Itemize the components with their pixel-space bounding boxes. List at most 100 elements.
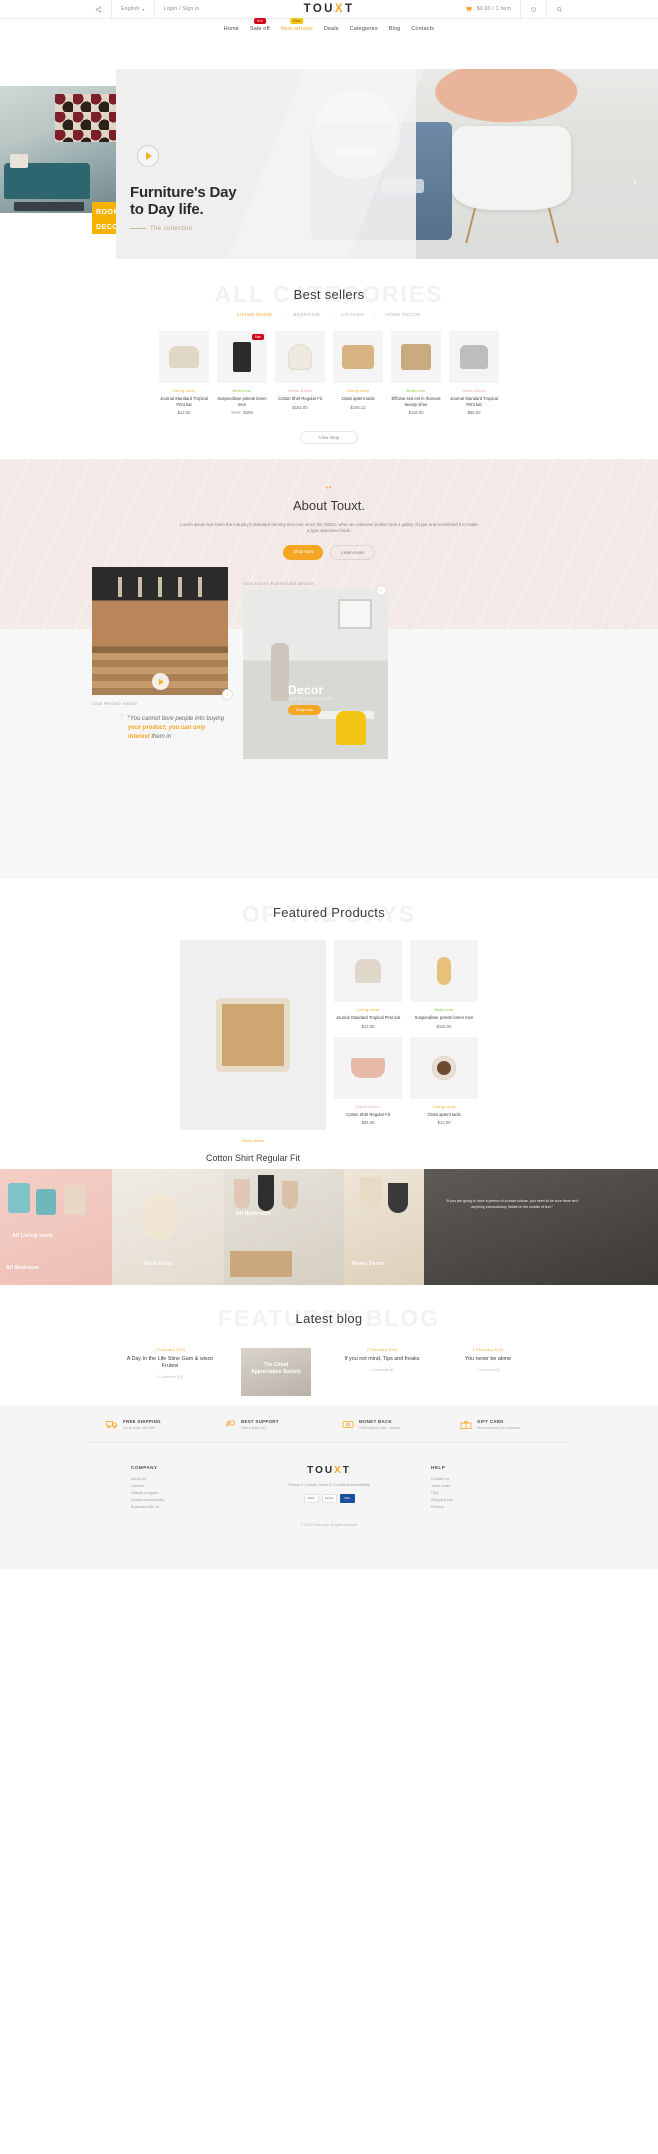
- blog-date: 2 February 2016: [472, 1348, 504, 1352]
- product-thumb: [333, 331, 383, 383]
- product-thumb: Sale: [217, 331, 267, 383]
- featured-card[interactable]: Living room Class aptent taciti $12.00: [410, 1036, 478, 1125]
- footer-link[interactable]: Careers: [131, 1483, 227, 1490]
- product-card[interactable]: Home Decor Journal Standard Tropical Pri…: [449, 331, 499, 415]
- decor-image[interactable]: [243, 589, 388, 759]
- shop-now-button[interactable]: Shop Now: [283, 544, 324, 560]
- play-icon: [158, 678, 164, 685]
- nav-item-contacts[interactable]: Contacts: [411, 26, 434, 32]
- search-icon: [557, 6, 563, 12]
- best-sellers-title: Best sellers: [293, 287, 365, 302]
- view-shop-button[interactable]: View shop: [300, 431, 358, 444]
- blog-title: Latest blog: [295, 1311, 363, 1326]
- nav-item-deals[interactable]: Deals: [324, 26, 339, 32]
- tile-home-decor[interactable]: Home Decor: [344, 1169, 424, 1285]
- footer-link[interactable]: Shipping info: [431, 1497, 527, 1504]
- tab-bedroom[interactable]: BEDROOM: [293, 312, 320, 317]
- featured-card[interactable]: Living room Journal Standard Tropical Pr…: [334, 940, 402, 1029]
- hero-title-line1: Furniture's Day: [130, 184, 237, 201]
- dash-decor: [130, 227, 146, 229]
- featured-card[interactable]: Home Decor Cotton Shirt Regular Fit $84.…: [334, 1036, 402, 1125]
- decor-shop-now-button[interactable]: Shop now: [288, 705, 321, 715]
- hero-next-arrow[interactable]: ›: [628, 176, 642, 190]
- play-icon: [146, 152, 152, 160]
- featured-price: $116.00: [436, 1023, 452, 1029]
- nav-label: Deals: [323, 26, 339, 32]
- featured-category: Living room: [356, 1007, 380, 1012]
- blog-meta: / Comments (10): [157, 1375, 183, 1379]
- featured-thumb: [334, 1036, 402, 1099]
- product-price: $116.00: [408, 410, 424, 415]
- language-selector[interactable]: English ▾: [111, 0, 154, 19]
- footer-link[interactable]: Returns: [431, 1504, 527, 1511]
- hero-play-button[interactable]: [137, 145, 159, 167]
- feature-money-back: MONEY BACK 100% Money back - Always: [342, 1419, 434, 1430]
- product-card[interactable]: Bathroom Efficitur sed est in rhoncus be…: [391, 331, 441, 415]
- footer-link[interactable]: FAQ: [431, 1490, 527, 1497]
- footer-legal-links[interactable]: Privacy & Cookies Terms & Conditions Acc…: [281, 1483, 377, 1487]
- product-price: $85.00: [467, 410, 481, 415]
- gift-icon: [460, 1420, 472, 1429]
- cart-button[interactable]: $0.00 / 1 item: [456, 0, 520, 19]
- tile-living-room[interactable]: All Living room All Bedroom: [0, 1169, 112, 1285]
- footer-link[interactable]: Affiliate program: [131, 1490, 227, 1497]
- product-category: Home Decor: [461, 388, 487, 393]
- product-name: Efficitur sed est in rhoncus beauty shoe: [391, 396, 441, 407]
- hero-prev-arrow[interactable]: ‹: [16, 146, 30, 160]
- amex-icon: AMEX: [303, 1494, 319, 1503]
- tab-home-decor[interactable]: HOME DECOR: [385, 312, 421, 317]
- share-icon[interactable]: [86, 0, 111, 19]
- footer-link[interactable]: Contact us: [431, 1476, 527, 1483]
- money-icon: [342, 1421, 354, 1428]
- best-sellers-grid: Living room Journal Standard Tropical Pr…: [0, 331, 658, 415]
- blog-image-title: The Cloud Appreciation Society: [251, 1362, 301, 1375]
- product-card[interactable]: Living room Journal Standard Tropical Pr…: [159, 331, 209, 415]
- footer-link[interactable]: Track order: [431, 1483, 527, 1490]
- tab-living-room[interactable]: LIVING ROOM: [237, 312, 272, 317]
- blog-post-featured[interactable]: The Cloud Appreciation Society: [228, 1348, 324, 1396]
- pull-quote: “You cannot bore people into buying your…: [128, 715, 228, 742]
- blog-post[interactable]: 2 February 2016 If you not mind, Tips an…: [334, 1348, 430, 1396]
- nav-item-new-arrivals[interactable]: New New arrivals: [281, 18, 313, 32]
- feature-title: MONEY BACK: [359, 1419, 392, 1424]
- blog-post[interactable]: 2 February 2016 A Day In the Life Stine …: [122, 1348, 218, 1396]
- decor-next-arrow[interactable]: ›: [376, 585, 387, 596]
- nav-item-blog[interactable]: Blog: [389, 26, 401, 32]
- cart-label: $0.00 / 1 item: [476, 6, 511, 12]
- search-button[interactable]: [546, 0, 572, 19]
- product-card[interactable]: Home Decor Cotton Shirt Regular Fit $162…: [275, 331, 325, 415]
- heart-icon: [531, 7, 536, 12]
- hero-collection-link[interactable]: The collection: [130, 226, 193, 232]
- feature-sub: 100% Money back - Always: [359, 1426, 401, 1430]
- footer-link[interactable]: Social responsibility: [131, 1497, 227, 1504]
- footer-link[interactable]: About us: [131, 1476, 227, 1483]
- nav-item-sale-off[interactable]: Hot Sale off: [250, 18, 270, 32]
- video-play-button[interactable]: [152, 673, 169, 690]
- blog-post[interactable]: 2 February 2016 You never be alone / Com…: [440, 1348, 536, 1396]
- learn-more-button[interactable]: Learn more: [330, 544, 375, 560]
- wishlist-button[interactable]: [520, 0, 546, 19]
- nav-item-categories[interactable]: Categories: [350, 26, 378, 32]
- truck-icon: [106, 1421, 118, 1429]
- media-section: 2016 PROMO VIDEO ” “You cannot bore peop…: [0, 567, 658, 879]
- account-links[interactable]: Login / Sign in: [153, 0, 209, 19]
- nav-label: Categories: [349, 26, 378, 32]
- featured-card[interactable]: Bathroom Suspendisse potenti lorem men $…: [410, 940, 478, 1029]
- product-price: $12.00: [177, 410, 191, 415]
- featured-main-card[interactable]: Home Decor Cotton Shirt Regular Fit $125…: [180, 940, 326, 1176]
- footer-divider: [90, 1442, 568, 1443]
- footer-logo[interactable]: TOUXT: [281, 1465, 377, 1476]
- promo-next-arrow[interactable]: ›: [222, 689, 233, 700]
- tile-bathroom[interactable]: All Bathroom: [224, 1169, 344, 1285]
- featured-category: Home Decor: [355, 1103, 381, 1109]
- about-dots: ••: [325, 485, 333, 492]
- product-card[interactable]: Living room Class aptent taciti $194.12: [333, 331, 383, 415]
- tile-bedroom[interactable]: All Kitchen: [112, 1169, 224, 1285]
- featured-title: Featured Products: [272, 905, 386, 920]
- tab-kitchen[interactable]: KITCHEN: [341, 312, 364, 317]
- footer-link[interactable]: Business with us: [131, 1504, 227, 1511]
- product-card[interactable]: Sale Bathroom Suspendisse potenti lorem …: [217, 331, 267, 415]
- site-logo[interactable]: TOUXT: [304, 3, 355, 15]
- nav-item-home[interactable]: Home: [224, 26, 239, 32]
- tile-bedroom-label: All Bedroom: [6, 1265, 40, 1271]
